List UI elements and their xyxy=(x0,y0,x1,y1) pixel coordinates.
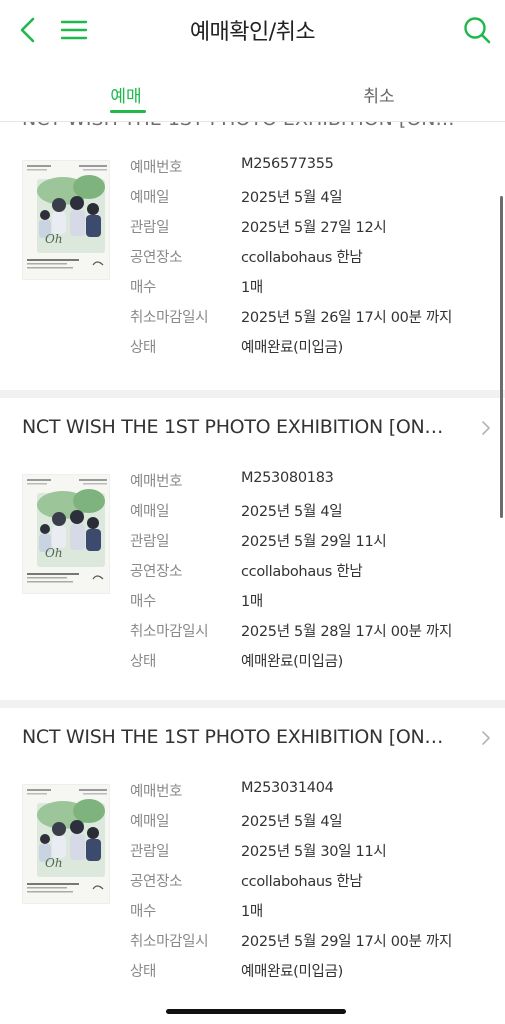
viewing-date-row: 관람일 2025년 5월 29일 11시 xyxy=(130,524,490,554)
field-label: 예매일 xyxy=(130,814,170,830)
reservation-date-value: 2025년 5월 4일 xyxy=(241,190,343,206)
field-label: 취소마감일시 xyxy=(130,934,209,950)
svg-text:Oh: Oh xyxy=(45,546,63,560)
field-label: 예매번호 xyxy=(130,474,183,490)
field-label: 공연장소 xyxy=(130,250,183,266)
field-label: 취소마감일시 xyxy=(130,624,209,640)
venue-value: ccollabohaus 한남 xyxy=(241,564,363,580)
status-row: 상태 예매완료(미입금) xyxy=(130,330,490,360)
chevron-right-icon xyxy=(482,731,490,745)
app-header: 예매확인/취소 xyxy=(0,0,505,60)
field-label: 관람일 xyxy=(130,220,170,236)
search-button[interactable] xyxy=(459,12,495,48)
ticket-count-value: 1매 xyxy=(241,280,263,296)
reservation-date-row: 예매일 2025년 5월 4일 xyxy=(130,804,490,834)
reservation-date-row: 예매일 2025년 5월 4일 xyxy=(130,180,490,210)
ticket-count-row: 매수 1매 xyxy=(130,584,490,614)
field-label: 공연장소 xyxy=(130,564,183,580)
field-label: 상태 xyxy=(130,964,157,980)
venue-row: 공연장소 ccollabohaus 한남 xyxy=(130,554,490,584)
page-title: 예매확인/취소 xyxy=(189,20,316,45)
booking-title: NCT WISH THE 1ST PHOTO EXHIBITION [ON… xyxy=(22,726,444,748)
booking-title: NCT WISH THE 1ST PHOTO EXHIBITION [ON… xyxy=(22,416,444,438)
field-label: 관람일 xyxy=(130,534,170,550)
ticket-count-value: 1매 xyxy=(241,594,263,610)
chevron-right-icon xyxy=(482,421,490,435)
poster-art: Oh xyxy=(23,161,109,279)
reservation-date-value: 2025년 5월 4일 xyxy=(241,504,343,520)
event-poster-image[interactable]: Oh xyxy=(22,474,110,594)
venue-value: ccollabohaus 한남 xyxy=(241,874,363,890)
reservation-date-value: 2025년 5월 4일 xyxy=(241,814,343,830)
event-poster-image[interactable]: Oh xyxy=(22,160,110,280)
field-label: 상태 xyxy=(130,654,157,670)
field-label: 예매일 xyxy=(130,190,170,206)
reservation-number-value: M253031404 xyxy=(241,780,334,796)
viewing-date-value: 2025년 5월 30일 11시 xyxy=(241,844,387,860)
reservation-number-value: M253080183 xyxy=(241,470,334,486)
booking-details: 예매번호 M256577355 예매일 2025년 5월 4일 관람일 2025년 5… xyxy=(130,150,490,360)
active-tab-indicator xyxy=(110,110,146,113)
svg-text:Oh: Oh xyxy=(45,856,63,870)
tab-cancellation-label: 취소 xyxy=(363,86,395,107)
status-value: 예매완료(미입금) xyxy=(241,340,343,356)
event-poster-image[interactable]: Oh xyxy=(22,784,110,904)
venue-value: ccollabohaus 한남 xyxy=(241,250,363,266)
ticket-count-row: 매수 1매 xyxy=(130,270,490,300)
cancel-deadline-row: 취소마감일시 2025년 5월 26일 17시 00분 까지 xyxy=(130,300,490,330)
reservation-number-value: M256577355 xyxy=(241,156,334,172)
status-row: 상태 예매완료(미입금) xyxy=(130,644,490,674)
field-label: 매수 xyxy=(130,280,157,296)
status-value: 예매완료(미입금) xyxy=(241,654,343,670)
viewing-date-row: 관람일 2025년 5월 27일 12시 xyxy=(130,210,490,240)
poster-art: Oh xyxy=(23,475,109,593)
booking-list[interactable]: NCT WISH THE 1ST PHOTO EXHIBITION [ON… xyxy=(0,122,505,1024)
viewing-date-value: 2025년 5월 27일 12시 xyxy=(241,220,387,236)
field-label: 예매번호 xyxy=(130,160,183,176)
ticket-count-value: 1매 xyxy=(241,904,263,920)
field-label: 매수 xyxy=(130,594,157,610)
booking-title[interactable]: NCT WISH THE 1ST PHOTO EXHIBITION [ON… xyxy=(22,122,454,130)
field-label: 관람일 xyxy=(130,844,170,860)
booking-card[interactable]: NCT WISH THE 1ST PHOTO EXHIBITION [ON… xyxy=(0,398,505,700)
search-icon xyxy=(464,17,491,44)
booking-card[interactable]: NCT WISH THE 1ST PHOTO EXHIBITION [ON… xyxy=(0,708,505,1024)
cancel-deadline-value: 2025년 5월 29일 17시 00분 까지 xyxy=(241,934,453,950)
venue-row: 공연장소 ccollabohaus 한남 xyxy=(130,240,490,270)
svg-text:Oh: Oh xyxy=(45,232,63,246)
field-label: 상태 xyxy=(130,340,157,356)
booking-details: 예매번호 M253080183 예매일 2025년 5월 4일 관람일 2025년 5… xyxy=(130,464,490,674)
cancel-deadline-value: 2025년 5월 28일 17시 00분 까지 xyxy=(241,624,453,640)
status-row: 상태 예매완료(미입금) xyxy=(130,954,490,984)
cancel-deadline-row: 취소마감일시 2025년 5월 29일 17시 00분 까지 xyxy=(130,924,490,954)
field-label: 예매번호 xyxy=(130,784,183,800)
booking-title-link[interactable]: NCT WISH THE 1ST PHOTO EXHIBITION [ON… xyxy=(0,398,505,458)
cancel-deadline-value: 2025년 5월 26일 17시 00분 까지 xyxy=(241,310,453,326)
reservation-number-row: 예매번호 M256577355 xyxy=(130,150,490,180)
scrollbar[interactable] xyxy=(500,196,503,518)
booking-card[interactable]: NCT WISH THE 1ST PHOTO EXHIBITION [ON… xyxy=(0,122,505,390)
ticket-count-row: 매수 1매 xyxy=(130,894,490,924)
field-label: 공연장소 xyxy=(130,874,183,890)
reservation-number-row: 예매번호 M253080183 xyxy=(130,464,490,494)
cancel-deadline-row: 취소마감일시 2025년 5월 28일 17시 00분 까지 xyxy=(130,614,490,644)
booking-details: 예매번호 M253031404 예매일 2025년 5월 4일 관람일 2025년 5… xyxy=(130,774,490,984)
tab-bar: 예매 취소 xyxy=(0,66,505,122)
field-label: 취소마감일시 xyxy=(130,310,209,326)
reservation-number-row: 예매번호 M253031404 xyxy=(130,774,490,804)
tab-cancellation[interactable]: 취소 xyxy=(253,66,505,122)
reservation-date-row: 예매일 2025년 5월 4일 xyxy=(130,494,490,524)
booking-title-link[interactable]: NCT WISH THE 1ST PHOTO EXHIBITION [ON… xyxy=(0,708,505,768)
poster-art: Oh xyxy=(23,785,109,903)
home-indicator[interactable] xyxy=(166,1009,346,1014)
field-label: 매수 xyxy=(130,904,157,920)
venue-row: 공연장소 ccollabohaus 한남 xyxy=(130,864,490,894)
viewing-date-value: 2025년 5월 29일 11시 xyxy=(241,534,387,550)
tab-reservation-label: 예매 xyxy=(110,86,142,107)
viewing-date-row: 관람일 2025년 5월 30일 11시 xyxy=(130,834,490,864)
field-label: 예매일 xyxy=(130,504,170,520)
status-value: 예매완료(미입금) xyxy=(241,964,343,980)
tab-reservation[interactable]: 예매 xyxy=(0,66,252,122)
